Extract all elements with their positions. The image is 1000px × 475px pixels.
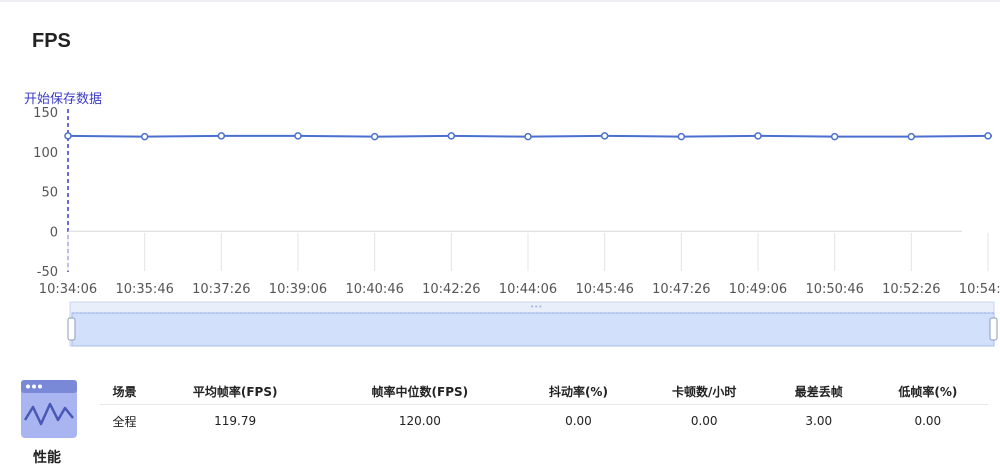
performance-label: 性能 xyxy=(33,450,61,466)
table-row: 全程 119.79 120.00 0.00 0.00 3.00 0.00 xyxy=(100,405,988,438)
fps-data-point[interactable] xyxy=(984,132,992,140)
cell-scene: 全程 xyxy=(112,414,137,429)
fps-data-point[interactable] xyxy=(600,132,609,140)
zoom-slider[interactable]: ••• xyxy=(67,301,998,347)
fps-data-point[interactable] xyxy=(140,132,149,141)
fps-card: FPS 开始保存数据 150 100 50 0 -50 10:34:06 10:35:46… xyxy=(0,0,1000,475)
col-worst-frame-drop: 最差丢帧 xyxy=(769,378,868,405)
x-tick-label: 10:35:46 xyxy=(115,282,173,297)
fps-data-point[interactable] xyxy=(754,132,762,140)
fps-data-point[interactable] xyxy=(907,132,916,141)
x-tick-label: 10:52:26 xyxy=(882,282,940,297)
y-tick-label: 0 xyxy=(50,225,58,240)
x-tick-label: 10:39:06 xyxy=(269,282,327,297)
x-tick-label: 10:34:06 xyxy=(39,282,97,297)
col-scene: 场景 xyxy=(100,378,149,405)
zoom-handle-left[interactable] xyxy=(67,317,76,341)
y-tick-label: 50 xyxy=(41,186,58,201)
col-stutter-per-hour: 卡顿数/小时 xyxy=(638,378,770,405)
cell-jitter-rate: 0.00 xyxy=(565,414,592,428)
x-axis: 10:34:06 10:35:46 10:37:26 10:39:06 10:40:46… xyxy=(39,233,1000,297)
series-fps xyxy=(64,132,992,141)
zoom-handle-right[interactable] xyxy=(989,317,998,341)
performance-chart-icon xyxy=(21,380,77,426)
fps-data-point[interactable] xyxy=(447,132,456,140)
y-tick-label: 100 xyxy=(33,146,58,161)
cell-stutter-per-hour: 0.00 xyxy=(690,414,718,428)
fps-data-point[interactable] xyxy=(64,132,72,140)
col-jitter-rate: 抖动率(%) xyxy=(518,378,639,405)
x-tick-label: 10:44:06 xyxy=(499,282,557,297)
save-data-annotation: 开始保存数据 xyxy=(24,92,102,107)
x-tick-label: 10:47:26 xyxy=(652,282,710,297)
zoom-selected-range[interactable] xyxy=(71,312,995,347)
fps-data-point[interactable] xyxy=(677,132,686,141)
fps-line-chart: 开始保存数据 150100500-50 10:34:06 10:35:46 10:3… xyxy=(24,92,1000,347)
x-tick-label: 10:45:46 xyxy=(575,282,633,297)
fps-data-point[interactable] xyxy=(294,132,302,140)
cell-worst-frame-drop: 3.00 xyxy=(805,414,833,428)
table-header-row: 场景 平均帧率(FPS) 帧率中位数(FPS) 抖动率(%) 卡顿数/小时 最差… xyxy=(100,378,988,405)
fps-data-point[interactable] xyxy=(524,132,532,141)
col-avg-fps: 平均帧率(FPS) xyxy=(148,378,322,405)
y-tick-label: 150 xyxy=(33,106,58,121)
x-tick-label: 10:54:06 xyxy=(959,282,1000,297)
x-tick-label: 10:42:26 xyxy=(422,282,480,297)
fps-data-point[interactable] xyxy=(830,132,839,141)
x-tick-label: 10:50:46 xyxy=(805,282,863,297)
x-tick-label: 10:40:46 xyxy=(345,282,403,297)
y-axis: 150 100 50 0 -50 xyxy=(33,106,962,280)
fps-data-point[interactable] xyxy=(217,132,226,140)
cell-avg-fps: 119.79 xyxy=(214,414,257,428)
col-low-fps-rate: 低帧率(%) xyxy=(867,378,988,405)
cell-median-fps: 120.00 xyxy=(398,414,441,428)
y-tick-label: -50 xyxy=(37,265,58,280)
x-tick-label: 10:49:06 xyxy=(729,282,787,297)
zoom-grip-icon[interactable]: ••• xyxy=(530,303,542,311)
cell-low-fps-rate: 0.00 xyxy=(914,414,942,428)
fps-stats-table: 场景 平均帧率(FPS) 帧率中位数(FPS) 抖动率(%) 卡顿数/小时 最差… xyxy=(100,378,988,437)
x-tick-label: 10:37:26 xyxy=(192,282,250,297)
fps-data-point[interactable] xyxy=(370,132,379,141)
col-median-fps: 帧率中位数(FPS) xyxy=(321,378,519,405)
performance-icon xyxy=(21,380,77,438)
